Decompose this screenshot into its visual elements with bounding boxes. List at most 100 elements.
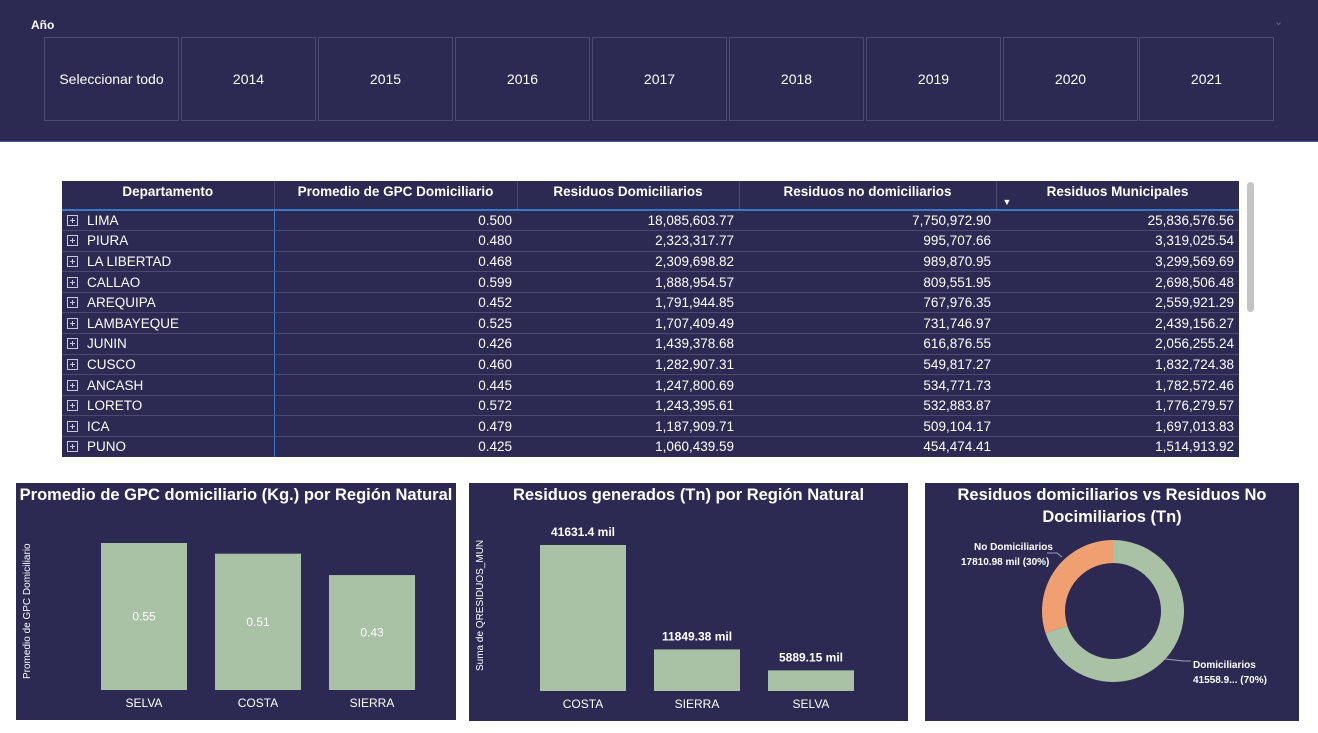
table-row[interactable]: ICA 0.479 1,187,909.71 509,104.17 1,697,013.… [62, 415, 1239, 438]
residuos-by-region-card: Residuos generados (Tn) por Región Natur… [469, 483, 908, 721]
slicer-option-select-all[interactable]: Seleccionar todo [44, 37, 179, 121]
table-row[interactable]: PUNO 0.425 1,060,439.59 454,474.41 1,514,913… [62, 436, 1239, 457]
department-cell: ICA [62, 415, 275, 438]
x-tick-label: COSTA [563, 697, 603, 711]
table-row[interactable]: LAMBAYEQUE 0.525 1,707,409.49 731,746.97 2,4… [62, 312, 1239, 335]
value-cell: 989,870.95 [739, 251, 996, 273]
data-label: 0.55 [132, 610, 156, 624]
table-row[interactable]: LA LIBERTAD 0.468 2,309,698.82 989,870.95 3,… [62, 251, 1239, 273]
expand-plus-icon[interactable] [67, 400, 78, 412]
value-cell: 534,771.73 [739, 374, 996, 396]
slicer-option-2017[interactable]: 2017 [592, 37, 727, 121]
x-tick-label: SIERRA [675, 697, 720, 711]
slice-value-label: 41558.9... (70%) [1193, 675, 1267, 686]
slicer-option-2019[interactable]: 2019 [866, 37, 1001, 121]
value-cell: 3,299,569.69 [996, 251, 1239, 273]
table-row[interactable]: ANCASH 0.445 1,247,800.69 534,771.73 1,782,5… [62, 374, 1239, 396]
value-cell: 2,323,317.77 [517, 230, 739, 252]
table-row[interactable]: PIURA 0.480 2,323,317.77 995,707.66 3,319,02… [62, 230, 1239, 252]
slicer-option-2020[interactable]: 2020 [1003, 37, 1138, 121]
expand-plus-icon[interactable] [67, 379, 78, 391]
slicer-option-2021[interactable]: 2021 [1139, 37, 1274, 121]
expand-plus-icon[interactable] [67, 338, 78, 350]
department-cell: LAMBAYEQUE [62, 312, 275, 335]
column-header-residuos-municipales[interactable]: Residuos Municipales ▼ [996, 181, 1239, 211]
value-cell: 995,707.66 [739, 230, 996, 252]
chevron-down-icon[interactable]: ⌄ [1274, 15, 1283, 28]
value-cell: 0.599 [274, 271, 517, 293]
expand-plus-icon[interactable] [67, 358, 78, 370]
x-tick-label: COSTA [238, 696, 278, 710]
expand-plus-icon[interactable] [67, 276, 78, 288]
value-cell: 1,247,800.69 [517, 374, 739, 396]
residuos-pie-card: Residuos domiciliarios vs Residuos No Do… [925, 483, 1299, 721]
department-name: PIURA [87, 233, 129, 249]
value-cell: 0.425 [274, 436, 517, 457]
expand-plus-icon[interactable] [67, 441, 78, 453]
table-row[interactable]: CALLAO 0.599 1,888,954.57 809,551.95 2,698,5… [62, 271, 1239, 293]
value-cell: 0.480 [274, 230, 517, 252]
value-cell: 7,750,972.90 [739, 210, 996, 232]
bar [654, 649, 740, 691]
slicer-option-2015[interactable]: 2015 [318, 37, 453, 121]
department-name: LORETO [87, 398, 143, 414]
slicer-option-2016[interactable]: 2016 [455, 37, 590, 121]
year-slicer: Año ⌄ Seleccionar todo 2014 2015 2016 20… [0, 0, 1318, 142]
value-cell: 0.572 [274, 395, 517, 417]
value-cell: 1,243,395.61 [517, 395, 739, 417]
value-cell: 2,439,156.27 [996, 312, 1239, 335]
value-cell: 1,697,013.83 [996, 415, 1239, 438]
value-cell: 809,551.95 [739, 271, 996, 293]
value-cell: 1,888,954.57 [517, 271, 739, 293]
sort-descending-icon[interactable]: ▼ [1003, 197, 1012, 207]
column-header-residuos-no-domiciliarios[interactable]: Residuos no domiciliarios [739, 181, 997, 211]
value-cell: 2,559,921.29 [996, 292, 1239, 314]
slicer-option-2018[interactable]: 2018 [729, 37, 864, 121]
department-cell: LA LIBERTAD [62, 251, 275, 273]
expand-plus-icon[interactable] [67, 317, 78, 329]
value-cell: 1,282,907.31 [517, 354, 739, 376]
data-label: 41631.4 mil [551, 525, 615, 539]
table-row[interactable]: LORETO 0.572 1,243,395.61 532,883.87 1,776,2… [62, 395, 1239, 417]
value-cell: 0.426 [274, 333, 517, 355]
expand-plus-icon[interactable] [67, 297, 78, 309]
department-cell: CUSCO [62, 354, 275, 376]
department-cell: AREQUIPA [62, 292, 275, 314]
slice-value-label: 17810.98 mil (30%) [961, 557, 1049, 568]
department-cell: LORETO [62, 395, 275, 417]
slice-label: Domiciliarios [1193, 660, 1256, 671]
x-tick-label: SELVA [793, 697, 830, 711]
value-cell: 0.479 [274, 415, 517, 438]
value-cell: 2,056,255.24 [996, 333, 1239, 355]
expand-plus-icon[interactable] [67, 255, 78, 267]
value-cell: 0.468 [274, 251, 517, 273]
column-header-departamento[interactable]: Departamento [62, 181, 275, 211]
table-row[interactable]: AREQUIPA 0.452 1,791,944.85 767,976.35 2,559… [62, 292, 1239, 314]
expand-plus-icon[interactable] [67, 215, 78, 227]
table-row[interactable]: CUSCO 0.460 1,282,907.31 549,817.27 1,832,72… [62, 354, 1239, 376]
department-cell: CALLAO [62, 271, 275, 293]
value-cell: 1,791,944.85 [517, 292, 739, 314]
table-scrollbar[interactable] [1247, 182, 1254, 312]
department-name: CALLAO [87, 274, 141, 290]
column-header-gpc[interactable]: Promedio de GPC Domiciliario [274, 181, 518, 211]
value-cell: 1,776,279.57 [996, 395, 1239, 417]
column-header-residuos-domiciliarios[interactable]: Residuos Domiciliarios [517, 181, 740, 211]
value-cell: 2,698,506.48 [996, 271, 1239, 293]
x-tick-label: SELVA [126, 696, 163, 710]
expand-plus-icon[interactable] [67, 420, 78, 432]
value-cell: 0.452 [274, 292, 517, 314]
slicer-option-2014[interactable]: 2014 [181, 37, 316, 121]
value-cell: 0.525 [274, 312, 517, 335]
departments-table: Departamento Promedio de GPC Domiciliari… [62, 181, 1239, 457]
table-row[interactable]: JUNIN 0.426 1,439,378.68 616,876.55 2,056,25… [62, 333, 1239, 355]
department-name: ANCASH [87, 377, 144, 393]
value-cell: 767,976.35 [739, 292, 996, 314]
column-header-label: Residuos Municipales [1046, 184, 1189, 199]
value-cell: 0.445 [274, 374, 517, 396]
pie-slice [1042, 540, 1113, 633]
bar [540, 545, 626, 691]
value-cell: 1,187,909.71 [517, 415, 739, 438]
expand-plus-icon[interactable] [67, 235, 78, 247]
table-row[interactable]: LIMA 0.500 18,085,603.77 7,750,972.90 25,836… [62, 210, 1239, 232]
